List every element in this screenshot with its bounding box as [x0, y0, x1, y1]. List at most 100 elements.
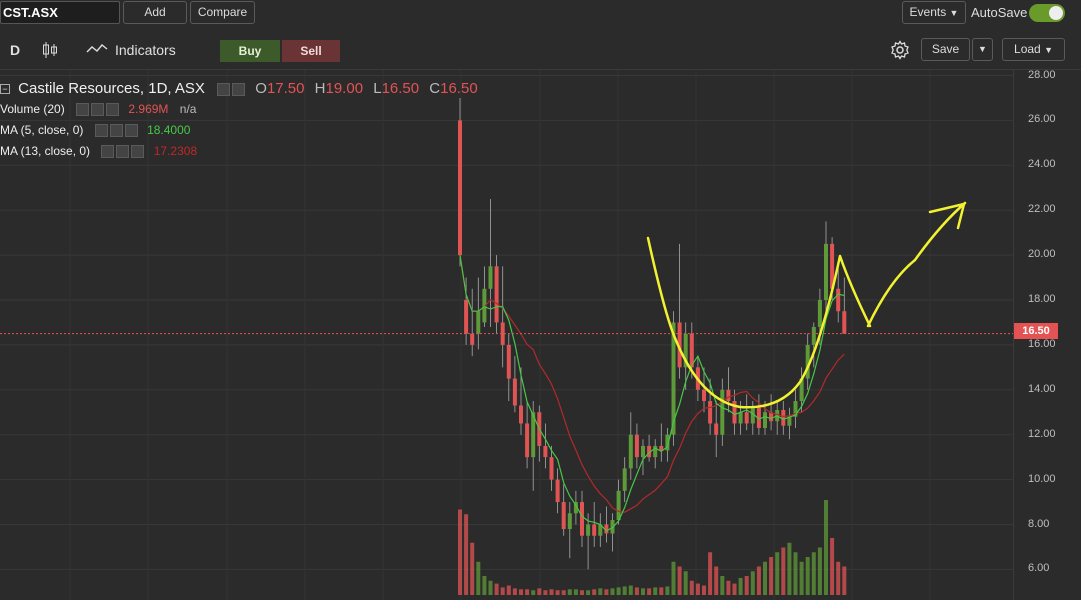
volume-bar [531, 590, 536, 595]
buy-button[interactable]: Buy [220, 40, 280, 62]
symbol-input[interactable]: CST.ASX [0, 1, 120, 24]
top-bar: CST.ASX Add Compare Events ▼ AutoSave [0, 0, 1081, 27]
volume-bar [744, 576, 749, 595]
candle [653, 439, 658, 469]
candle-body [543, 445, 548, 458]
price-tick-label: 20.00 [1028, 248, 1056, 261]
compare-button[interactable]: Compare [190, 1, 255, 24]
candle-body [488, 266, 493, 289]
volume-bar [695, 583, 700, 595]
events-label: Events [909, 5, 947, 19]
volume-bar [476, 561, 481, 595]
price-tick-label: 28.00 [1028, 68, 1056, 81]
volume-bar [653, 587, 658, 595]
settings-icon[interactable] [91, 103, 105, 117]
volume-bar [842, 566, 847, 595]
load-button[interactable]: Load ▼ [1002, 38, 1065, 61]
candle [677, 243, 682, 379]
candle [580, 490, 584, 547]
volume-bar [659, 587, 664, 595]
candle-body [464, 300, 469, 334]
ma5-label: MA (5, close, 0) [0, 123, 84, 137]
candle-body [720, 389, 725, 435]
current-price-tag: 16.50 [1014, 323, 1058, 339]
candle [775, 401, 780, 435]
events-button[interactable]: Events ▼ [902, 1, 966, 24]
close-value: 16.50 [440, 80, 478, 97]
candle [622, 457, 627, 503]
candle-body [836, 288, 841, 312]
candle-body [641, 445, 645, 458]
candle [634, 423, 639, 469]
candle [470, 288, 475, 357]
candle [732, 389, 737, 435]
legend-title: Castile Resources, 1D, ASX [18, 80, 205, 97]
save-button[interactable]: Save [921, 38, 970, 61]
interval-button[interactable]: D [10, 42, 20, 58]
volume-bar [769, 557, 774, 595]
indicators-button[interactable]: Indicators [115, 42, 176, 58]
candle [714, 401, 719, 458]
eye-icon[interactable] [94, 124, 108, 138]
volume-bar [677, 566, 682, 595]
volume-label: Volume (20) [0, 102, 65, 116]
candle-body [592, 524, 597, 536]
open-value: 17.50 [266, 80, 305, 97]
volume-bar [641, 588, 645, 595]
close-icon[interactable] [124, 124, 138, 138]
volume-bar [811, 552, 816, 595]
ma13-legend-row: MA (13, close, 0) 17.2308 [0, 144, 197, 159]
candle [537, 405, 542, 462]
sell-button[interactable]: Sell [282, 40, 340, 62]
eye-icon[interactable] [217, 82, 231, 96]
volume-bar [775, 552, 780, 595]
low-label: L [373, 80, 382, 97]
candle [543, 423, 548, 469]
add-button[interactable]: Add [123, 1, 187, 24]
close-icon[interactable] [131, 145, 145, 159]
price-tick-label: 22.00 [1028, 203, 1056, 216]
price-tick-label: 18.00 [1028, 293, 1056, 305]
eye-icon[interactable] [101, 145, 115, 159]
price-tick-label: 10.00 [1028, 472, 1056, 485]
candle-body [738, 412, 743, 424]
volume-bar [738, 577, 743, 595]
volume-bar [799, 561, 804, 595]
volume-bar [634, 587, 639, 595]
candle [842, 277, 847, 334]
settings-icon[interactable] [116, 145, 130, 159]
candle-body [811, 326, 816, 345]
autosave-toggle[interactable] [1029, 4, 1065, 22]
candle [592, 502, 597, 547]
candle [647, 434, 652, 462]
volume-bar [458, 509, 462, 595]
price-tick-label: 24.00 [1028, 158, 1056, 171]
volume-bar [702, 585, 706, 595]
candle [458, 97, 462, 267]
load-label: Load [1014, 42, 1041, 56]
volume-bar [592, 589, 597, 595]
volume-bar [647, 588, 652, 595]
candle-body [708, 401, 713, 424]
settings-icon[interactable] [232, 82, 246, 96]
candle [628, 412, 633, 480]
indicators-icon[interactable] [86, 42, 108, 61]
close-icon[interactable] [106, 103, 120, 117]
price-tick-label: 16.00 [1028, 337, 1056, 350]
open-label: O [255, 80, 267, 97]
candles-icon[interactable] [42, 41, 58, 64]
settings-icon[interactable] [109, 124, 123, 138]
volume-bar [519, 589, 523, 595]
candle [824, 221, 828, 312]
volume-bar [500, 587, 505, 595]
volume-bar [561, 590, 566, 595]
candle-body [580, 502, 584, 536]
eye-icon[interactable] [76, 103, 90, 117]
candle [500, 266, 505, 368]
save-menu-chevron-icon[interactable]: ▼ [972, 38, 993, 61]
volume-bar [622, 586, 627, 595]
collapse-icon[interactable]: − [0, 84, 10, 95]
candle-body [744, 412, 749, 424]
volume-bar [793, 552, 798, 595]
gear-icon[interactable] [890, 40, 910, 65]
